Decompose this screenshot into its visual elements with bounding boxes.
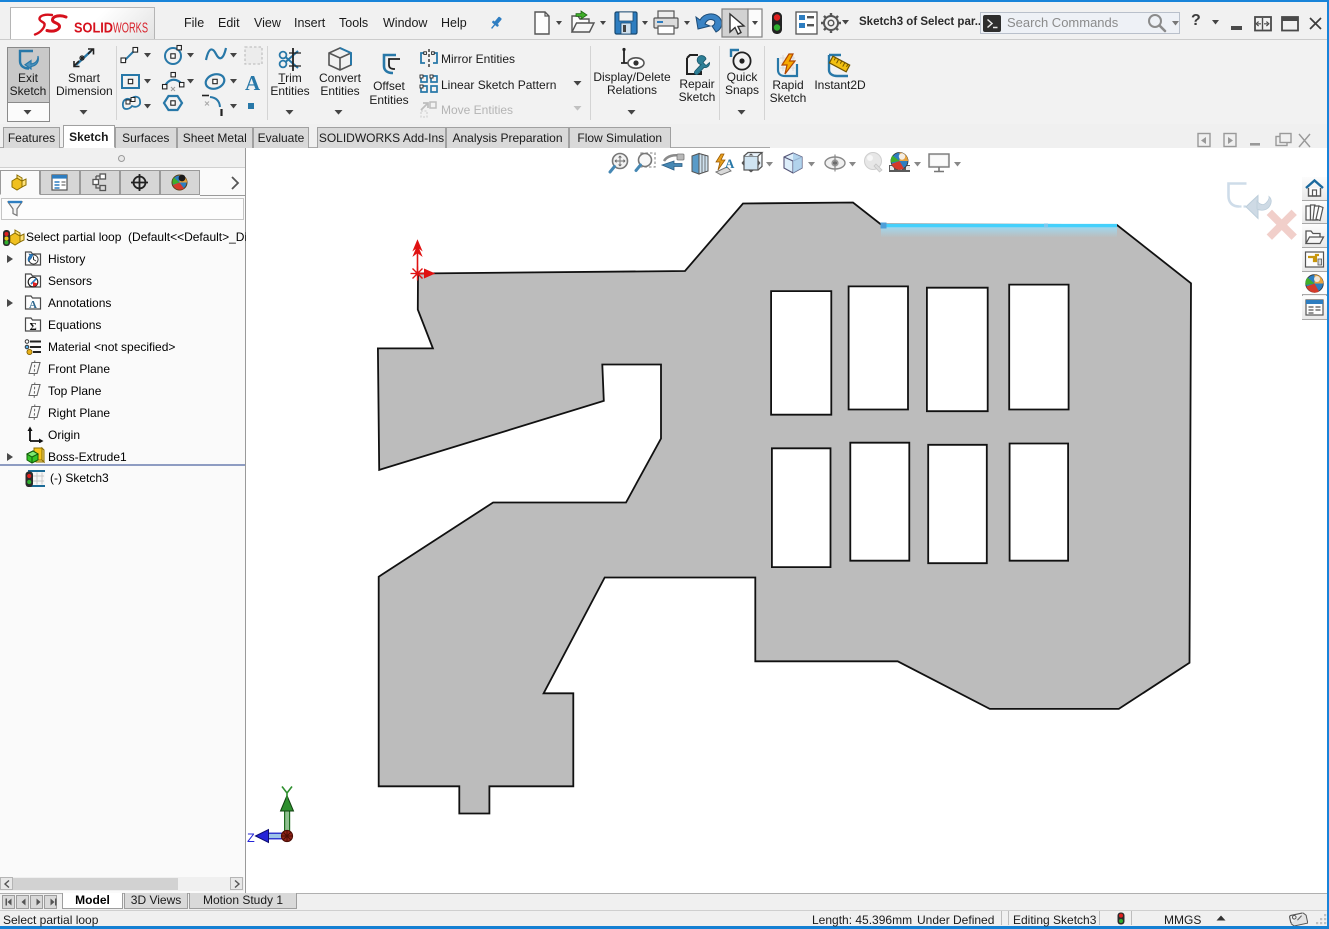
svg-text:Σ: Σ [30,321,37,333]
svg-text:Z: Z [247,831,255,846]
svg-text:A: A [245,71,261,95]
svg-text:SOLID: SOLID [74,21,113,37]
svg-text:A: A [29,299,37,311]
svg-text:A: A [725,156,735,171]
svg-text:WORKS: WORKS [113,21,148,37]
